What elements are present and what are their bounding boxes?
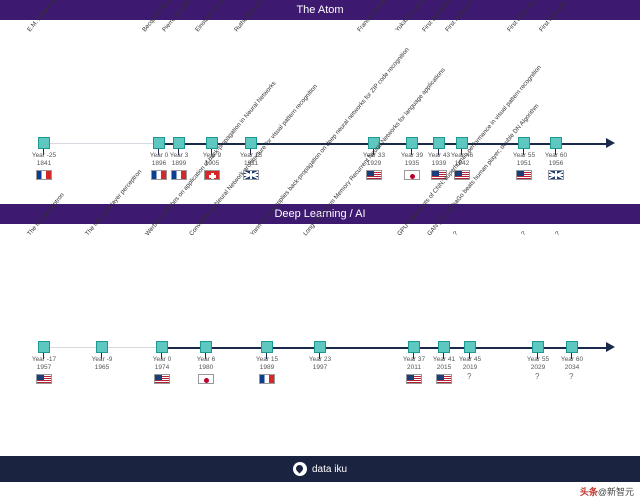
- event-year: Year 231997: [302, 356, 338, 372]
- event-marker: [532, 341, 544, 353]
- flag-jp-icon: [404, 170, 420, 180]
- event-year: Year 452019: [452, 356, 488, 372]
- event-year: Year -91965: [84, 356, 120, 372]
- footer-brand: data iku: [312, 464, 347, 475]
- event-year: Year 601956: [538, 152, 574, 168]
- event-3: Convolutional Neural Network architectur…: [200, 224, 212, 234]
- event-marker: [245, 137, 257, 149]
- event-year: Year 151989: [249, 356, 285, 372]
- event-9: First electricity generated by a nuclear…: [518, 20, 530, 30]
- event-marker: [38, 137, 50, 149]
- event-marker: [566, 341, 578, 353]
- axis-faint: [44, 143, 153, 144]
- flag-jp-icon: [198, 374, 214, 384]
- credit-prefix: 头条: [580, 487, 598, 497]
- event-3: Einstein formulates mass energy equivale…: [206, 20, 218, 30]
- title-atom: The Atom: [0, 0, 640, 20]
- event-marker: [261, 341, 273, 353]
- event-year: Year -171957: [26, 356, 62, 372]
- event-marker: [406, 137, 418, 149]
- event-6: Yukawa postulates strong Nuclear forceYe…: [406, 20, 418, 30]
- flag-us-icon: [406, 374, 422, 384]
- event-marker: [408, 341, 420, 353]
- event-2: Werbos publishes on application of back-…: [156, 224, 168, 234]
- flag-fr-icon: [151, 170, 167, 180]
- event-marker: [96, 341, 108, 353]
- flag-us-icon: [154, 374, 170, 384]
- event-marker: [464, 341, 476, 353]
- event-6: GPU implements of CNN; superhuman perfor…: [408, 224, 420, 234]
- flag-fr-icon: [171, 170, 187, 180]
- event-year: Year 602034: [554, 356, 590, 372]
- event-year: Year 31899: [161, 152, 197, 168]
- event-marker: [433, 137, 445, 149]
- event-year: Year -251841: [26, 152, 62, 168]
- flag-us-icon: [436, 374, 452, 384]
- timeline-atom: E.M. Péligot isolates a sample of uraniu…: [8, 20, 632, 204]
- event-year: Year 552029: [520, 356, 556, 372]
- flag-fr-icon: [259, 374, 275, 384]
- event-marker: [550, 137, 562, 149]
- flag-us-icon: [366, 170, 382, 180]
- event-marker: [173, 137, 185, 149]
- event-year: Year 01974: [144, 356, 180, 372]
- event-marker: [438, 341, 450, 353]
- event-year: Year 61980: [188, 356, 224, 372]
- flag-fr-icon: [36, 170, 52, 180]
- event-5: Franco Rasetti studies spinYear 331929: [368, 20, 380, 30]
- footer-bar: data iku: [0, 456, 640, 482]
- event-7: GAN | RL: AlphaGo beats human player; do…: [438, 224, 450, 234]
- axis-arrow-icon: [606, 342, 615, 352]
- event-8: First research nuclear reactorYear 46194…: [456, 20, 468, 30]
- dataiku-logo-icon: [293, 462, 307, 476]
- flag-uk-icon: [548, 170, 564, 180]
- flag-ch-icon: [204, 170, 220, 180]
- event-4: Rutherford provides the first atom nucle…: [245, 20, 257, 30]
- flag-us-icon: [36, 374, 52, 384]
- question-mark-icon: ?: [569, 372, 573, 381]
- event-0: The first perceptronYear -171957: [38, 224, 50, 234]
- event-marker: [314, 341, 326, 353]
- credit-suffix: @新智元: [598, 487, 634, 497]
- event-marker: [38, 341, 50, 353]
- credit-text: 头条@新智元: [580, 485, 634, 498]
- question-mark-icon: ?: [535, 372, 539, 381]
- flag-us-icon: [516, 170, 532, 180]
- event-10: First full-scale Nuclear power reactorYe…: [550, 20, 562, 30]
- question-mark-icon: ?: [467, 372, 471, 381]
- timeline-ai: The first perceptronYear -171957The firs…: [8, 224, 632, 408]
- event-marker: [156, 341, 168, 353]
- event-marker: [200, 341, 212, 353]
